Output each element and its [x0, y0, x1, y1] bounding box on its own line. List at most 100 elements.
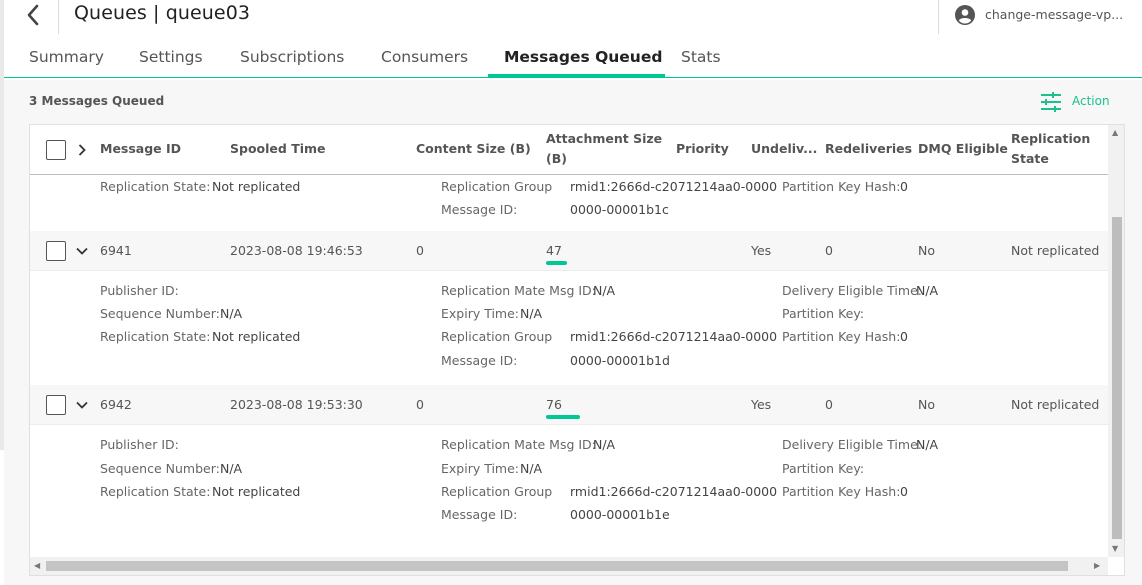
redeliveries-cell: 0 — [825, 397, 833, 412]
tab-settings[interactable]: Settings — [139, 48, 203, 66]
column-header-attachment-size[interactable]: Attachment Size — [546, 129, 662, 149]
column-header-spooled-time[interactable]: Spooled Time — [230, 139, 326, 159]
scroll-down-arrow-icon[interactable]: ▼ — [1112, 544, 1118, 553]
horizontal-scroll-thumb[interactable] — [46, 561, 1068, 571]
sequence-number-label: Sequence Number: — [100, 461, 220, 476]
row-detail: Publisher ID: Sequence Number: N/A Repli… — [30, 272, 1108, 385]
tab-subscriptions[interactable]: Subscriptions — [240, 48, 344, 66]
publisher-id-label: Publisher ID: — [100, 283, 179, 298]
expiry-time-value: N/A — [520, 306, 543, 321]
replication-mate-label: Replication Mate Msg ID: — [441, 437, 596, 452]
attachment-size-bar — [546, 415, 580, 419]
sequence-number-label: Sequence Number: — [100, 306, 220, 321]
replication-state-cell: Not replicated — [1011, 397, 1100, 412]
partition-key-hash-value: 0 — [900, 329, 908, 344]
row-checkbox[interactable] — [46, 395, 66, 415]
delivery-eligible-value: N/A — [916, 283, 939, 298]
replication-mate-value: N/A — [593, 437, 616, 452]
partition-key-hash-label: Partition Key Hash: — [782, 329, 901, 344]
replication-group-label: Replication Group — [441, 329, 553, 344]
action-label: Action — [1072, 94, 1110, 108]
dmq-eligible-cell: No — [918, 397, 935, 412]
tab-bar-divider — [4, 77, 1142, 78]
tab-consumers[interactable]: Consumers — [381, 48, 468, 66]
column-header-priority[interactable]: Priority — [676, 139, 729, 159]
message-id-label: Message ID: — [441, 507, 518, 522]
expiry-time-value: N/A — [520, 461, 543, 476]
user-menu[interactable]: change-message-vp... — [938, 0, 1142, 34]
column-header-replication-state-2[interactable]: State — [1011, 149, 1049, 169]
user-name: change-message-vp... — [985, 7, 1124, 22]
delivery-eligible-value: N/A — [916, 437, 939, 452]
chevron-down-icon[interactable] — [75, 398, 89, 412]
tab-stats[interactable]: Stats — [681, 48, 721, 66]
horizontal-scrollbar[interactable]: ◀ ▶ — [30, 557, 1108, 575]
action-button[interactable]: Action — [1040, 91, 1120, 113]
spooled-time-cell: 2023-08-08 19:53:30 — [230, 397, 363, 412]
scroll-up-arrow-icon[interactable]: ▲ — [1112, 128, 1118, 137]
vertical-scrollbar[interactable]: ▲ ▼ — [1108, 125, 1124, 557]
replication-group-value: rmid1:2666d-c2071214aa0-0000 — [570, 329, 778, 344]
back-button[interactable] — [22, 2, 46, 28]
row-detail: Publisher ID: Sequence Number: N/A Repli… — [30, 426, 1108, 557]
partition-key-label: Partition Key: — [782, 306, 865, 321]
partition-key-hash-value: 0 — [900, 484, 908, 499]
redeliveries-cell: 0 — [825, 243, 833, 258]
tab-bar: Summary Settings Subscriptions Consumers… — [0, 38, 1142, 78]
page-title: Queues | queue03 — [74, 2, 251, 24]
table-header: Message ID Spooled Time Content Size (B)… — [30, 125, 1108, 175]
spooled-time-cell: 2023-08-08 19:46:53 — [230, 243, 363, 258]
delivery-eligible-label: Delivery Eligible Time: — [782, 283, 922, 298]
replication-group-label: Replication Group — [441, 179, 553, 194]
undelivered-cell: Yes — [751, 397, 772, 412]
chevron-left-icon — [27, 4, 39, 26]
select-all-checkbox[interactable] — [46, 140, 66, 160]
column-header-redeliveries[interactable]: Redeliveries — [825, 139, 912, 159]
message-id-cell: 6941 — [100, 243, 132, 258]
attachment-size-cell: 47 — [546, 243, 562, 258]
message-id-value: 0000-00001b1d — [570, 353, 670, 368]
scroll-left-arrow-icon[interactable]: ◀ — [34, 561, 40, 570]
sequence-number-value: N/A — [220, 306, 243, 321]
expiry-time-label: Expiry Time: — [441, 461, 520, 476]
tab-summary[interactable]: Summary — [29, 48, 104, 66]
sequence-number-value: N/A — [220, 461, 243, 476]
header-divider — [58, 0, 59, 34]
message-id-label: Message ID: — [441, 202, 518, 217]
column-header-attachment-size-unit[interactable]: (B) — [546, 149, 567, 169]
replication-state-value: Not replicated — [212, 179, 301, 194]
undelivered-cell: Yes — [751, 243, 772, 258]
partition-key-label: Partition Key: — [782, 461, 865, 476]
account-circle-icon — [955, 5, 975, 25]
table-row[interactable]: 6942 2023-08-08 19:53:30 0 76 Yes 0 No N… — [30, 385, 1108, 425]
column-header-undelivered[interactable]: Undeliv... — [751, 139, 817, 159]
row-checkbox[interactable] — [46, 241, 66, 261]
tab-messages-queued[interactable]: Messages Queued — [504, 48, 662, 66]
row-detail-partial: Replication State: Not replicated Replic… — [30, 175, 1108, 231]
partition-key-hash-label: Partition Key Hash: — [782, 484, 901, 499]
messages-panel: 3 Messages Queued Action Replication Sta… — [4, 80, 1142, 585]
column-header-content-size[interactable]: Content Size (B) — [416, 139, 531, 159]
delivery-eligible-label: Delivery Eligible Time: — [782, 437, 922, 452]
replication-group-value: rmid1:2666d-c2071214aa0-0000 — [570, 179, 778, 194]
replication-mate-label: Replication Mate Msg ID: — [441, 283, 596, 298]
column-header-replication-state[interactable]: Replication — [1011, 129, 1090, 149]
scroll-right-arrow-icon[interactable]: ▶ — [1094, 561, 1100, 570]
column-header-message-id[interactable]: Message ID — [100, 139, 181, 159]
replication-mate-value: N/A — [593, 283, 616, 298]
attachment-size-cell: 76 — [546, 397, 562, 412]
vertical-scroll-thumb[interactable] — [1112, 217, 1122, 539]
table-row[interactable]: 6941 2023-08-08 19:46:53 0 47 Yes 0 No N… — [30, 231, 1108, 271]
replication-group-value: rmid1:2666d-c2071214aa0-0000 — [570, 484, 778, 499]
column-header-dmq-eligible[interactable]: DMQ Eligible — [918, 139, 1008, 159]
message-id-value: 0000-00001b1c — [570, 202, 669, 217]
tune-sliders-icon — [1041, 92, 1061, 112]
chevron-right-icon[interactable] — [75, 143, 89, 157]
replication-state-label: Replication State: — [100, 484, 211, 499]
partition-key-hash-value: 0 — [900, 179, 908, 194]
dmq-eligible-cell: No — [918, 243, 935, 258]
replication-group-label: Replication Group — [441, 484, 553, 499]
replication-state-label: Replication State: — [100, 329, 211, 344]
chevron-down-icon[interactable] — [75, 244, 89, 258]
partition-key-hash-label: Partition Key Hash: — [782, 179, 901, 194]
